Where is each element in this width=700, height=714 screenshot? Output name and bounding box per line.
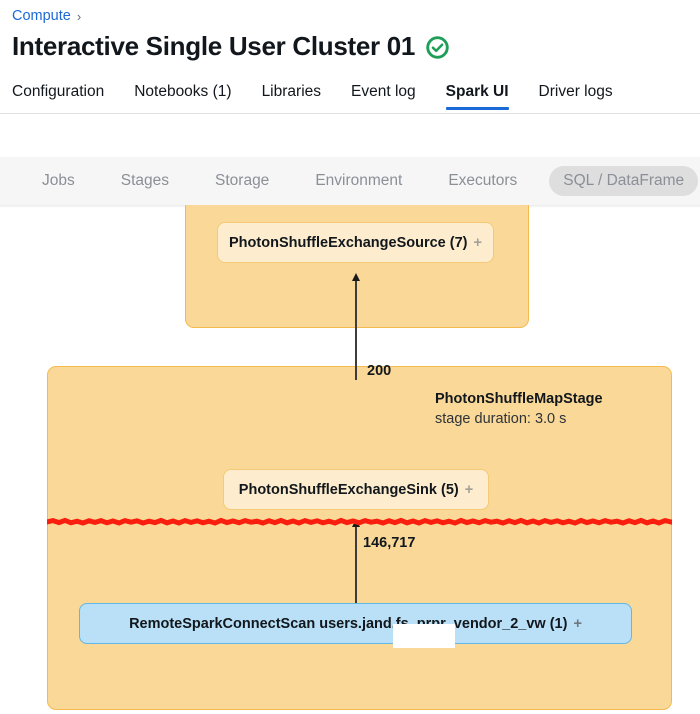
subtab-environment[interactable]: Environment bbox=[301, 166, 416, 196]
subtab-jobs[interactable]: Jobs bbox=[28, 166, 89, 196]
redaction-box bbox=[393, 623, 456, 648]
tab-driver-logs[interactable]: Driver logs bbox=[539, 83, 613, 110]
subtab-sql-dataframe[interactable]: SQL / DataFrame bbox=[549, 166, 699, 196]
tab-configuration[interactable]: Configuration bbox=[12, 83, 104, 110]
node-label-wrapper: RemoteSparkConnectScan users.jand.fs_prp… bbox=[129, 615, 567, 648]
tab-event-log[interactable]: Event log bbox=[351, 83, 416, 110]
expand-plus-icon[interactable]: + bbox=[465, 482, 473, 498]
node-photon-shuffle-exchange-source[interactable]: PhotonShuffleExchangeSource (7) + bbox=[217, 222, 494, 263]
subtab-storage[interactable]: Storage bbox=[201, 166, 283, 196]
expand-plus-icon[interactable]: + bbox=[573, 616, 581, 632]
tab-libraries[interactable]: Libraries bbox=[262, 83, 321, 110]
breadcrumb-separator-icon: › bbox=[76, 8, 82, 24]
tab-notebooks[interactable]: Notebooks (1) bbox=[134, 83, 231, 110]
tab-spark-ui[interactable]: Spark UI bbox=[445, 83, 509, 110]
subtab-executors[interactable]: Executors bbox=[434, 166, 531, 196]
node-remote-spark-connect-scan[interactable]: RemoteSparkConnectScan users.jand.fs_prp… bbox=[79, 603, 632, 648]
node-label: PhotonShuffleExchangeSource (7) bbox=[229, 234, 468, 251]
stage-duration: stage duration: 3.0 s bbox=[435, 411, 567, 427]
tabs-divider bbox=[0, 113, 700, 114]
stage-title: PhotonShuffleMapStage bbox=[435, 391, 603, 407]
node-label: PhotonShuffleExchangeSink (5) bbox=[238, 481, 459, 498]
breadcrumb-link-compute[interactable]: Compute bbox=[12, 8, 71, 24]
stage-label-photon-shuffle-map-stage: PhotonShuffleMapStage stage duration: 3.… bbox=[435, 391, 603, 427]
edge-label-row-count-146717: 146,717 bbox=[363, 535, 416, 551]
subtab-stages[interactable]: Stages bbox=[107, 166, 183, 196]
node-label-prefix: RemoteSparkConnectScan users.ja bbox=[129, 615, 375, 632]
red-annotation-line bbox=[47, 517, 672, 526]
cluster-spark-ui-page: Compute › Interactive Single User Cluste… bbox=[0, 0, 700, 714]
edge-label-row-count-200: 200 bbox=[367, 363, 392, 379]
breadcrumb: Compute › bbox=[12, 8, 81, 24]
node-photon-shuffle-exchange-sink[interactable]: PhotonShuffleExchangeSink (5) + bbox=[223, 469, 489, 510]
cluster-tabs: Configuration Notebooks (1) Libraries Ev… bbox=[12, 78, 613, 110]
page-title: Interactive Single User Cluster 01 bbox=[12, 31, 416, 61]
spark-subnav: Jobs Stages Storage Environment Executor… bbox=[0, 157, 700, 205]
page-title-row: Interactive Single User Cluster 01 bbox=[12, 32, 449, 61]
sql-query-plan-graph: PhotonShuffleMapStage stage duration: 3.… bbox=[0, 205, 700, 714]
expand-plus-icon[interactable]: + bbox=[474, 235, 482, 251]
check-circle-icon bbox=[426, 36, 449, 60]
